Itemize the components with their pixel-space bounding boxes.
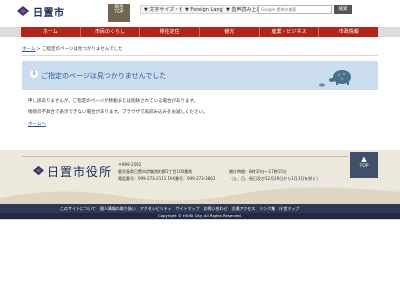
footer-logo-text: 日置市役所	[47, 165, 113, 179]
reload-hint-text: 接続の不具合で表示できない場合があります。ブラウザで再読み込みをお試しください。	[28, 110, 208, 115]
breadcrumb-home-link[interactable]: ホーム	[22, 47, 35, 52]
footer-address: 鹿児島県日置市伊集院町郡1丁目100番地	[118, 169, 193, 174]
footer-link-links[interactable]: リンク集	[259, 204, 275, 213]
footer-divider	[22, 156, 348, 157]
copyright-text: Copyright © HIOKI City. All Rights Reser…	[158, 213, 242, 218]
footer-link-about[interactable]: このサイトについて	[60, 204, 96, 213]
nav-item-business[interactable]: 産業・ビジネス	[260, 27, 320, 37]
turtle-illustration-icon	[319, 70, 351, 87]
helper-line2: TOP	[114, 10, 124, 15]
breadcrumb-divider	[22, 55, 378, 56]
footer-postal-code: 〒899-2592	[118, 162, 142, 167]
nav-item-living[interactable]: 市民のくらし	[81, 27, 141, 37]
apology-text: 申し訳ありませんが、ご指定のページが移動または削除されている場合があります。	[28, 99, 199, 104]
footer-link-privacy[interactable]: 個人情報の取り扱い	[100, 204, 136, 213]
search-button[interactable]: 検索	[334, 5, 352, 14]
not-found-heading: ご指定のページは見つかりませんでした	[41, 72, 167, 80]
footer-emblem-icon	[33, 165, 44, 176]
nav-item-tourism[interactable]: 観光	[200, 27, 260, 37]
site-logo-text[interactable]: 日置市	[33, 4, 65, 19]
nav-item-home[interactable]: ホーム	[21, 27, 81, 37]
global-nav: ホーム 市民のくらし 移住定住 観光 産業・ビジネス 市政情報	[21, 27, 378, 37]
chevron-up-icon: ▲	[361, 155, 367, 163]
site-search-input[interactable]	[258, 5, 332, 14]
footer-hours-note: （土、日、祝日及び12月29日から1月3日を除く）	[229, 176, 321, 181]
back-to-top-button[interactable]: ▲ TOP	[350, 152, 378, 178]
footer-office-hours: 開庁時間：8時30分～17時15分	[229, 169, 287, 174]
home-link[interactable]: ホームへ	[28, 121, 46, 127]
footer-link-access[interactable]: 交通アクセス	[231, 204, 255, 213]
back-to-top-label: TOP	[359, 164, 369, 169]
footer-link-accessibility[interactable]: アクセシビリティ	[140, 204, 172, 213]
footer-phone: 電話番号：099-273-2111 FAX番号：099-273-3863	[118, 176, 216, 181]
city-emblem-icon[interactable]	[16, 5, 30, 17]
info-icon: i	[30, 70, 38, 78]
footer-link-sitemap[interactable]: サイトマップ	[175, 204, 199, 213]
footer-links: このサイトについて 個人情報の取り扱い アクセシビリティ サイトマップ お問い合…	[60, 204, 299, 213]
nav-item-city-info[interactable]: 市政情報	[319, 27, 378, 37]
breadcrumb: ホーム > ご指定のページは見つかりませんでした	[22, 46, 123, 52]
footer-link-contact[interactable]: お問い合わせ	[203, 204, 227, 213]
footer-link-office-map[interactable]: 庁舎マップ	[279, 204, 299, 213]
breadcrumb-current: ご指定のページは見つかりませんでした	[42, 47, 123, 52]
nav-item-relocation[interactable]: 移住定住	[140, 27, 201, 37]
top-helper-link[interactable]: 総合 TOP	[108, 4, 130, 22]
